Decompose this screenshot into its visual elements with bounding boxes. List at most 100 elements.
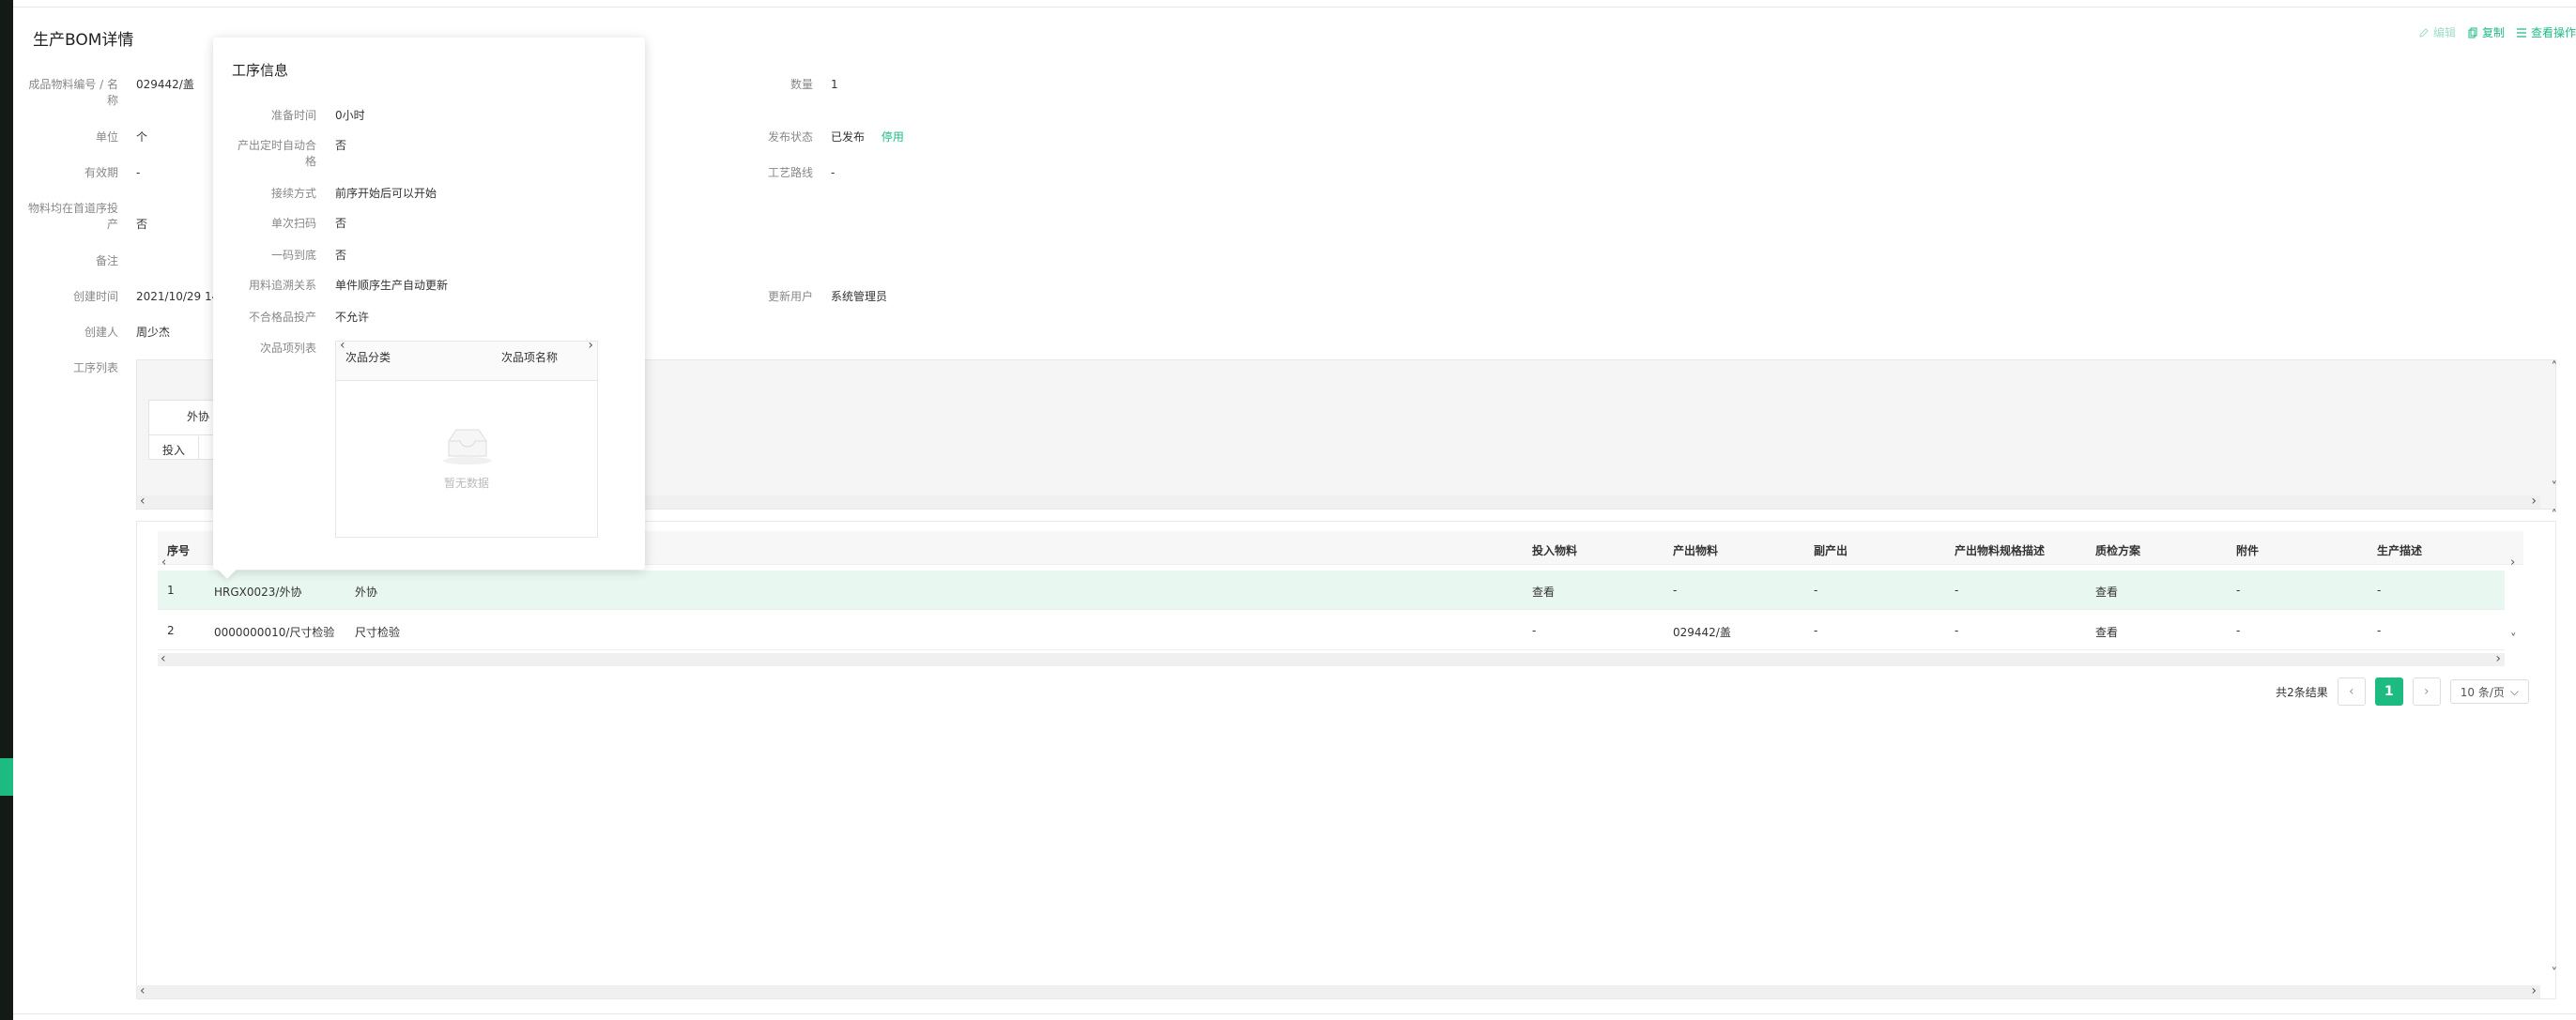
- updater-label: 更新用户: [767, 290, 813, 303]
- row-code-link[interactable]: 0000000010/尺寸检验: [214, 624, 334, 640]
- page-size-value: 10 条/页: [2460, 685, 2505, 699]
- th-qc: 质检方案: [2095, 544, 2141, 557]
- handover-value: 前序开始后可以开始: [335, 187, 437, 200]
- pagination: 共2条结果 ‹ 1 › 10 条/页 ⌵: [2276, 677, 2529, 706]
- prep-label: 准备时间: [270, 109, 316, 122]
- scan-label: 单次扫码: [270, 217, 316, 230]
- validity-label: 有效期: [84, 166, 118, 179]
- unit-label: 单位: [95, 130, 118, 144]
- prev-page-button[interactable]: ‹: [2337, 677, 2366, 706]
- panel-scroll-up-icon[interactable]: ˄: [2552, 509, 2558, 523]
- publish-status: 已发布: [831, 130, 866, 144]
- chevron-down-icon: ⌵: [2509, 684, 2519, 698]
- table-row[interactable]: 2 0000000010/尺寸检验 尺寸检验 - 029442/盖 - - 查看…: [158, 611, 2505, 650]
- creator-value: 周少杰: [136, 326, 171, 339]
- page-title: 生产BOM详情: [33, 31, 134, 50]
- row-desc: -: [2377, 584, 2382, 597]
- table-scroll-down-icon[interactable]: ˅: [2510, 632, 2517, 647]
- usage-value: 单件顺序生产自动更新: [335, 279, 449, 292]
- page-size-select[interactable]: 10 条/页 ⌵: [2449, 679, 2529, 704]
- empty-inbox-icon: [443, 429, 492, 464]
- route-value: -: [831, 166, 836, 179]
- empty-text: 暂无数据: [443, 477, 489, 490]
- defect-list-table: 次品分类 次品项名称 ‹ › 暂无数据: [335, 341, 598, 538]
- defect-name-header: 次品项名称: [501, 351, 559, 364]
- creator-label: 创建人: [84, 326, 118, 339]
- disable-button[interactable]: 停用: [882, 130, 904, 144]
- next-page-button[interactable]: ›: [2412, 677, 2441, 706]
- inner-scroll-right-icon[interactable]: ›: [588, 342, 593, 353]
- row-attach: -: [2236, 584, 2241, 597]
- table-row[interactable]: 1 HRGX0023/外协 外协 查看 - - - 查看 - -: [158, 571, 2505, 610]
- top-actions: 编辑 复制 查看操作: [2418, 24, 2576, 40]
- handover-label: 接续方式: [270, 187, 316, 200]
- view-ops-button[interactable]: 查看操作: [2516, 24, 2576, 40]
- usage-label: 用料追溯关系: [248, 279, 316, 292]
- panel-scroll-right-icon[interactable]: ›: [2531, 983, 2537, 998]
- first-proc-label: 物料均在首道序投产: [28, 202, 119, 231]
- quantity-label: 数量: [790, 78, 813, 91]
- row-desc: -: [2377, 624, 2382, 637]
- scroll-right-icon[interactable]: ›: [2531, 494, 2537, 509]
- popover-title: 工序信息: [232, 62, 289, 79]
- row-code-link[interactable]: HRGX0023/外协: [214, 584, 301, 600]
- th-output: 产出物料: [1673, 544, 1719, 557]
- remark-label: 备注: [95, 254, 118, 267]
- row-qc-view-link[interactable]: 查看: [2095, 624, 2118, 640]
- pagination-total: 共2条结果: [2276, 685, 2328, 699]
- panel-scroll-left-icon[interactable]: ‹: [140, 983, 146, 998]
- row-name: 尺寸检验: [355, 626, 401, 639]
- process-node-input: 投入: [162, 444, 186, 457]
- th-spec: 产出物料规格描述: [1955, 544, 2046, 557]
- row-spec: -: [1955, 584, 1959, 597]
- chevron-left-icon: ‹: [2348, 684, 2354, 699]
- table-hscrollbar[interactable]: ‹ ›: [158, 651, 2505, 666]
- pencil-icon: [2419, 27, 2429, 38]
- row-output: -: [1673, 584, 1678, 597]
- page-1-button[interactable]: 1: [2374, 677, 2403, 706]
- defect-list-header: 次品分类 次品项名称 ‹ ›: [336, 342, 597, 381]
- process-info-popover: 工序信息 准备时间 0小时 产出定时自动合格 否 接续方式 前序开始后可以开始 …: [213, 38, 645, 579]
- view-ops-label: 查看操作: [2530, 26, 2576, 39]
- inner-scroll-left-icon[interactable]: ‹: [340, 342, 345, 353]
- created-label: 创建时间: [72, 290, 118, 303]
- updater-value: 系统管理员: [831, 290, 888, 303]
- process-node-tab: 外协: [187, 410, 210, 423]
- table-scroll-right-icon[interactable]: ›: [2495, 651, 2501, 666]
- scroll-up-icon[interactable]: ˄: [2552, 360, 2558, 374]
- row-qc-view-link[interactable]: 查看: [2095, 584, 2118, 600]
- edit-button[interactable]: 编辑: [2418, 24, 2456, 40]
- edit-label: 编辑: [2432, 26, 2456, 39]
- copy-icon: [2468, 27, 2477, 38]
- table-hscroll-left-top[interactable]: ‹: [161, 556, 166, 570]
- panel-scroll-down-icon[interactable]: ˅: [2552, 967, 2558, 981]
- list-icon: [2516, 27, 2526, 38]
- defect-category-header: 次品分类: [345, 351, 391, 364]
- sidebar-active-indicator[interactable]: [0, 758, 13, 796]
- bottom-divider: [13, 1013, 2576, 1014]
- row-byproduct: -: [1814, 584, 1818, 597]
- scroll-down-icon[interactable]: ˅: [2552, 480, 2558, 495]
- row-attach: -: [2236, 624, 2241, 637]
- copy-button[interactable]: 复制: [2467, 24, 2505, 40]
- row-spec: -: [1955, 624, 1959, 637]
- scroll-left-icon[interactable]: ‹: [140, 494, 146, 509]
- table-scroll-left-icon[interactable]: ‹: [161, 651, 166, 666]
- th-input: 投入物料: [1532, 544, 1578, 557]
- scan-value: 否: [335, 217, 347, 230]
- row-byproduct: -: [1814, 624, 1818, 637]
- row-input-view-link[interactable]: 查看: [1532, 584, 1555, 600]
- row-input: -: [1532, 624, 1537, 637]
- panel-hscrollbar[interactable]: ‹ ›: [137, 983, 2540, 998]
- top-divider: [13, 7, 2576, 8]
- copy-label: 复制: [2481, 26, 2505, 39]
- table-hscroll-right-top[interactable]: ›: [2510, 556, 2515, 570]
- defect-label: 不合格品投产: [248, 311, 316, 324]
- material-value: 029442/盖: [136, 78, 194, 91]
- th-byproduct: 副产出: [1814, 544, 1848, 557]
- process-node-vline: [198, 436, 199, 459]
- th-attach: 附件: [2236, 544, 2260, 557]
- publish-label: 发布状态: [767, 130, 813, 144]
- auto-value: 否: [335, 139, 347, 152]
- th-desc: 生产描述: [2377, 544, 2423, 557]
